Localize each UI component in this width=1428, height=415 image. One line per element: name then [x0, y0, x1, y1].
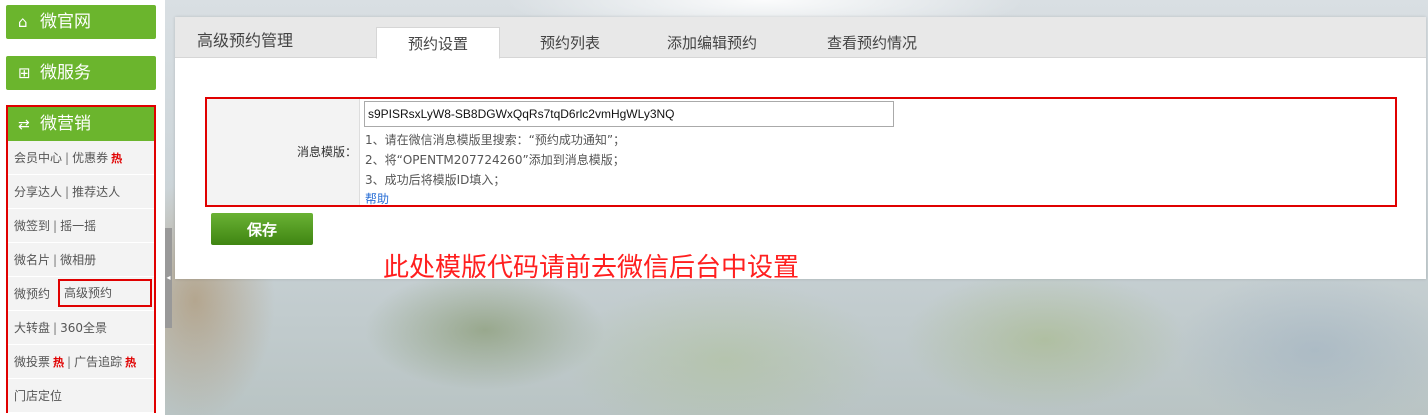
business-card-link[interactable]: 微名片	[14, 253, 50, 267]
photo-album-link[interactable]: 微相册	[60, 253, 96, 267]
hint-step-2: 2、将“OPENTM207724260”添加到消息模版；	[365, 153, 625, 167]
vote-link[interactable]: 微投票	[14, 355, 50, 369]
checkin-link[interactable]: 微签到	[14, 219, 50, 233]
hot-badge: 热	[125, 356, 137, 369]
tab-booking-list[interactable]: 预约列表	[515, 27, 625, 57]
help-link[interactable]: 帮助	[365, 190, 389, 207]
separator: |	[67, 355, 72, 369]
ad-tracking-link[interactable]: 广告追踪	[74, 355, 122, 369]
nav-wei-marketing-label: 微营销	[40, 114, 91, 134]
lucky-wheel-link[interactable]: 大转盘	[14, 321, 50, 335]
save-button[interactable]: 保存	[211, 213, 313, 245]
advanced-booking-link[interactable]: 高级预约	[64, 279, 112, 307]
marketing-row: 微投票热 | 广告追踪热	[8, 345, 154, 379]
tab-view-booking-status[interactable]: 查看预约情况	[805, 27, 939, 57]
sidebar-collapse-handle[interactable]: ◂	[165, 228, 172, 328]
template-field-area: 1、请在微信消息模版里搜索：“预约成功通知”； 2、将“OPENTM207724…	[359, 99, 1395, 207]
separator: |	[65, 151, 70, 165]
home-icon: ⌂	[18, 13, 28, 31]
marketing-row: 微名片 | 微相册	[8, 243, 154, 277]
nav-wei-site[interactable]: ⌂ 微官网	[6, 5, 156, 39]
nav-wei-marketing[interactable]: ⇄ 微营销	[8, 107, 154, 141]
coupon-link[interactable]: 优惠券	[72, 151, 108, 165]
hot-badge: 热	[53, 356, 65, 369]
nav-wei-site-label: 微官网	[40, 12, 91, 32]
grid-icon: ⊞	[18, 64, 31, 82]
shake-link[interactable]: 摇一摇	[60, 219, 96, 233]
marketing-icon: ⇄	[18, 117, 30, 133]
separator: |	[65, 185, 70, 199]
separator: |	[53, 219, 58, 233]
store-location-link[interactable]: 门店定位	[14, 389, 62, 403]
nav-wei-service[interactable]: ⊞ 微服务	[6, 56, 156, 90]
separator: |	[53, 253, 58, 267]
panorama-link[interactable]: 360全景	[60, 321, 107, 335]
hot-badge: 热	[111, 152, 123, 165]
marketing-row: 门店定位	[8, 379, 154, 413]
template-label: 消息模版：	[296, 145, 357, 159]
booking-link[interactable]: 微预约	[14, 287, 50, 301]
tab-add-edit-booking[interactable]: 添加编辑预约	[645, 27, 779, 57]
marketing-section: ⇄ 微营销 会员中心 | 优惠券热 分享达人 | 推荐达人 微签到 | 摇一摇 微名片 | 微相册…	[6, 105, 156, 413]
member-center-link[interactable]: 会员中心	[14, 151, 62, 165]
nav-wei-service-label: 微服务	[40, 63, 91, 83]
main-panel: 高级预约管理 预约设置 预约列表 添加编辑预约 查看预约情况 消息模版： 1、请…	[175, 17, 1426, 283]
marketing-row: 微签到 | 摇一摇	[8, 209, 154, 243]
advanced-booking-highlight[interactable]: 高级预约	[58, 279, 152, 307]
annotation-notice: 此处模版代码请前去微信后台中设置	[383, 253, 800, 283]
tab-booking-settings[interactable]: 预约设置	[376, 27, 500, 59]
share-expert-link[interactable]: 分享达人	[14, 185, 62, 199]
marketing-row: 分享达人 | 推荐达人	[8, 175, 154, 209]
marketing-row: 大转盘 | 360全景	[8, 311, 154, 345]
referral-expert-link[interactable]: 推荐达人	[72, 185, 120, 199]
template-id-input[interactable]	[364, 101, 894, 127]
sidebar: ⌂ 微官网 ⊞ 微服务 ⇄ 微营销 会员中心 | 优惠券热 分享达人 | 推荐达人 微签到 | 摇…	[0, 0, 165, 415]
marketing-row: 会员中心 | 优惠券热	[8, 141, 154, 175]
template-form-highlight: 消息模版： 1、请在微信消息模版里搜索：“预约成功通知”； 2、将“OPENTM…	[205, 97, 1397, 207]
hint-step-3: 3、成功后将模版ID填入；	[365, 173, 506, 187]
panel-header: 高级预约管理 预约设置 预约列表 添加编辑预约 查看预约情况	[175, 17, 1426, 59]
separator: |	[53, 321, 58, 335]
marketing-row: 微预约 高级预约	[8, 277, 154, 311]
page-title: 高级预约管理	[197, 31, 294, 50]
hint-step-1: 1、请在微信消息模版里搜索：“预约成功通知”；	[365, 133, 626, 147]
